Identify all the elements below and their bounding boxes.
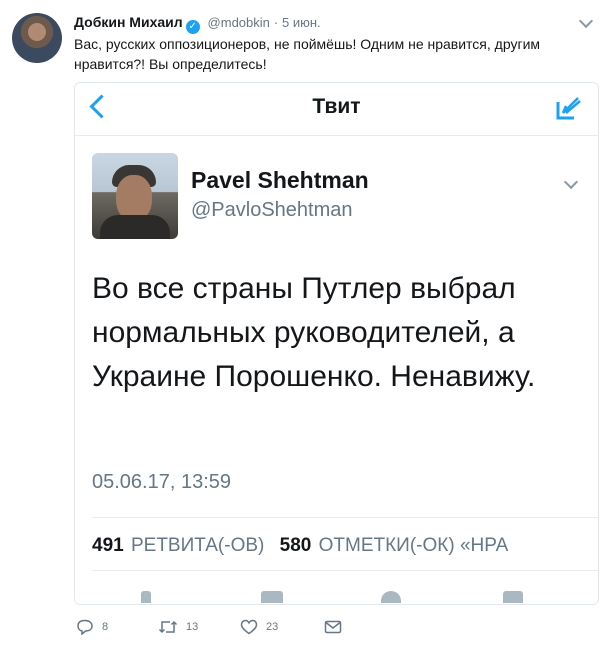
separator: · [273,15,279,30]
reply-button[interactable]: 8 [76,619,108,635]
quoted-heart-icon [381,591,401,603]
author-handle[interactable]: @mdobkin [208,15,270,30]
quoted-author-name: Pavel Shehtman [191,167,369,193]
quoted-chevron-down-icon [563,174,579,190]
heart-icon [240,619,258,635]
like-button[interactable]: 23 [240,619,278,635]
direct-message-button[interactable] [324,619,342,635]
like-count: 23 [266,621,279,633]
retweet-icon [158,620,178,634]
reply-count: 8 [102,621,109,633]
screenshot-title: Твит [312,95,361,118]
retweet-button[interactable]: 13 [158,619,198,635]
quoted-retweets-label: РЕТВИТА(-ОВ) [130,535,265,556]
quoted-timestamp: 05.06.17, 13:59 [92,471,232,493]
attached-screenshot[interactable]: Твит Pavel Shehtman @PavloShehtman Во вс… [74,82,599,605]
envelope-icon [324,620,342,634]
avatar[interactable] [12,13,62,63]
reply-icon [77,619,93,635]
verified-check-icon: ✓ [185,20,200,34]
chevron-down-icon[interactable] [578,13,594,29]
quoted-avatar [92,153,178,239]
quoted-action-icons-cropped [75,591,598,604]
tweet-text: Вас, русских оппозиционеров, не поймёшь!… [74,36,541,72]
quoted-retweets-count: 491 [92,535,124,556]
tweet: Добкин Михаил ✓ @mdobkin · 5 июн. Вас, ру… [0,0,604,654]
quoted-stats: 491 РЕТВИТА(-ОВ) 580 ОТМЕТКИ(-ОК) «НРА [92,517,598,571]
quoted-tweet-text: Во все страны Путлер выбрал нормальных р… [92,272,536,393]
tweet-header: Добкин Михаил ✓ @mdobkin · 5 июн. [74,14,321,34]
quoted-author-handle: @PavloShehtman [191,199,353,221]
quoted-retweet-icon [261,591,283,603]
quoted-message-icon [503,591,523,603]
screenshot-header: Твит [75,83,598,136]
quoted-likes-label: ОТМЕТКИ(-ОК) «НРА [318,535,509,556]
retweet-count: 13 [186,621,199,633]
quoted-likes-count: 580 [279,535,312,556]
author-name[interactable]: Добкин Михаил [74,14,183,30]
quoted-reply-icon [141,591,151,603]
compose-icon [554,94,582,127]
tweet-date[interactable]: 5 июн. [282,15,321,30]
